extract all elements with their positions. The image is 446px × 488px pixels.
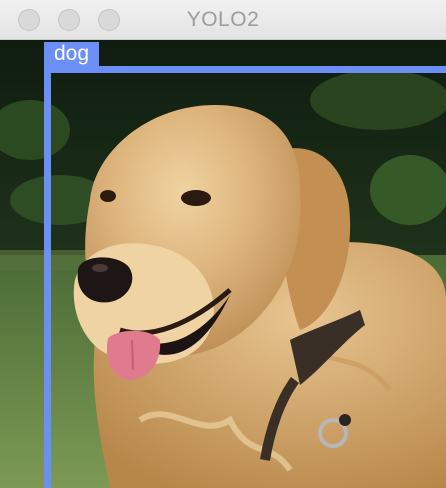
- detection-label: dog: [44, 42, 100, 66]
- window-title: YOLO2: [186, 8, 260, 31]
- app-window: YOLO2 dog: [0, 0, 446, 488]
- title-bar[interactable]: YOLO2: [0, 0, 446, 40]
- detection-bounding-box: [44, 66, 446, 488]
